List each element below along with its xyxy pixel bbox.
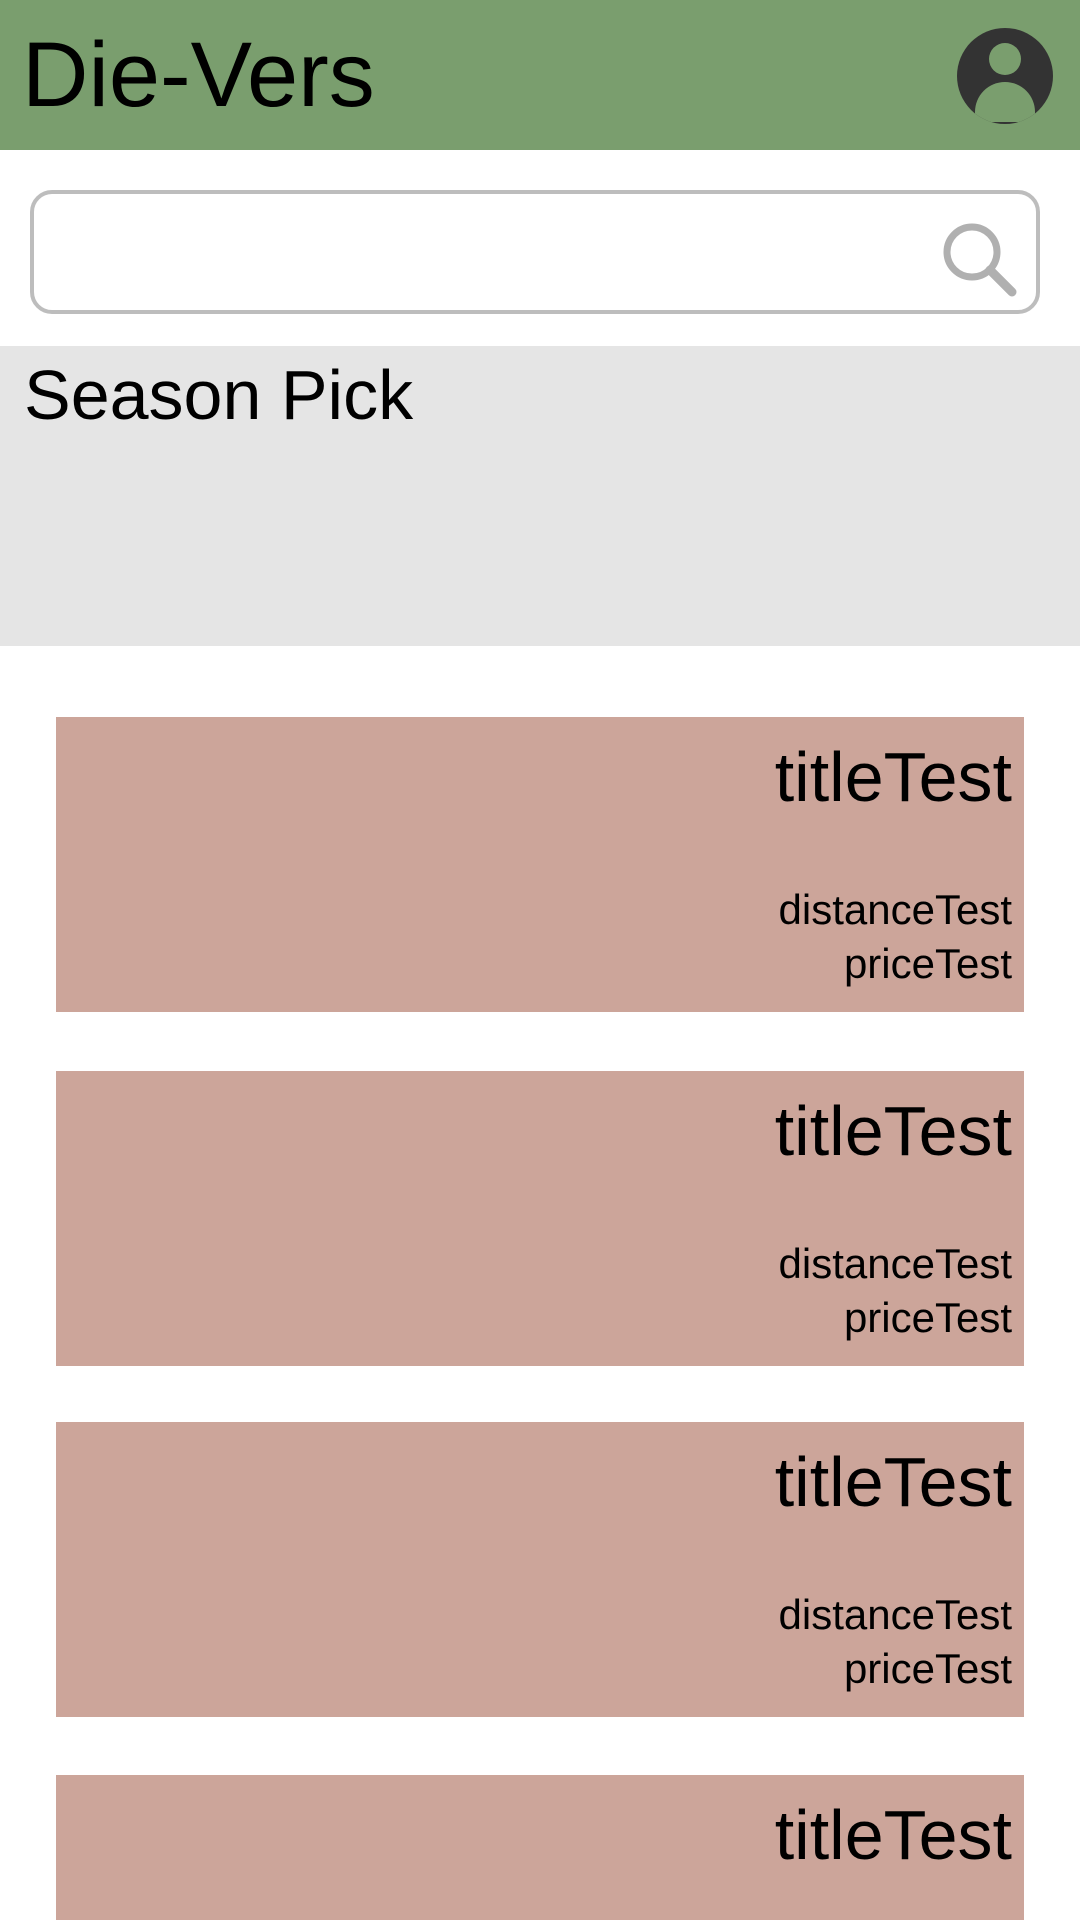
card-distance: distanceTest [778, 1240, 1012, 1287]
card-price: priceTest [843, 940, 1012, 987]
account-circle-icon[interactable] [957, 28, 1053, 124]
season-pick-title: Season Pick [24, 356, 414, 434]
search-input[interactable] [54, 214, 938, 292]
list-item[interactable]: titleTest [56, 1775, 1024, 1920]
avatar-head [989, 43, 1021, 75]
season-pick-section: Season Pick [0, 346, 1080, 646]
search-bar[interactable] [30, 190, 1040, 314]
app-title: Die-Vers [22, 24, 375, 126]
list-item[interactable]: titleTest distanceTest priceTest [56, 1071, 1024, 1366]
app-bar: Die-Vers [0, 0, 1080, 150]
card-price: priceTest [843, 1294, 1012, 1341]
card-distance: distanceTest [778, 1591, 1012, 1638]
card-title: titleTest [774, 1092, 1012, 1170]
card-title: titleTest [774, 1443, 1012, 1521]
search-icon[interactable] [934, 214, 1024, 304]
card-price: priceTest [843, 1645, 1012, 1692]
list-item[interactable]: titleTest distanceTest priceTest [56, 717, 1024, 1012]
card-distance: distanceTest [778, 886, 1012, 933]
list-item[interactable]: titleTest distanceTest priceTest [56, 1422, 1024, 1717]
card-title: titleTest [774, 1796, 1012, 1874]
card-title: titleTest [774, 738, 1012, 816]
avatar-body [975, 82, 1035, 122]
